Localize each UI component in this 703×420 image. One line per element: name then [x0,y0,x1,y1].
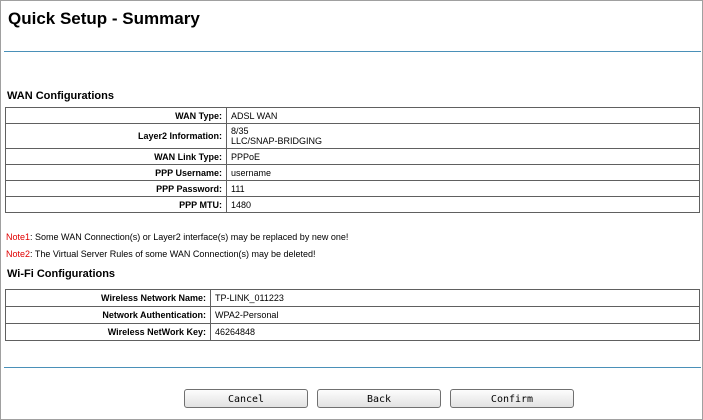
page-title: Quick Setup - Summary [8,9,200,28]
note-2: Note2: The Virtual Server Rules of some … [6,249,316,259]
table-row: Layer2 Information: 8/35 LLC/SNAP-BRIDGI… [5,123,700,149]
wan-section-title: WAN Configurations [7,90,114,102]
wan-link-type-value: PPPoE [226,148,700,165]
confirm-button[interactable]: Confirm [450,389,574,408]
footer-divider [4,367,701,368]
network-authentication-value: WPA2-Personal [210,306,700,324]
ppp-password-value: 111 [226,180,700,197]
wireless-network-key-label: Wireless NetWork Key: [5,323,211,341]
wireless-network-key-value: 46264848 [210,323,700,341]
table-row: Network Authentication: WPA2-Personal [5,306,700,324]
ppp-username-value: username [226,164,700,181]
ppp-password-label: PPP Password: [5,180,227,197]
ppp-mtu-value: 1480 [226,196,700,213]
wireless-network-name-label: Wireless Network Name: [5,289,211,307]
ppp-username-label: PPP Username: [5,164,227,181]
table-row: Wireless NetWork Key: 46264848 [5,323,700,341]
layer2-info-value: 8/35 LLC/SNAP-BRIDGING [226,123,700,149]
wifi-section-title: Wi-Fi Configurations [7,268,116,280]
layer2-encapsulation: LLC/SNAP-BRIDGING [231,136,323,146]
table-row: Wireless Network Name: TP-LINK_011223 [5,289,700,307]
wan-type-label: WAN Type: [5,107,227,124]
note-1-tag: Note1 [6,232,31,242]
layer2-info-label: Layer2 Information: [5,123,227,149]
note-2-tag: Note2 [6,249,31,259]
title-divider [4,51,701,52]
wan-config-table: WAN Type: ADSL WAN Layer2 Information: 8… [5,107,700,213]
ppp-mtu-label: PPP MTU: [5,196,227,213]
wan-type-value: ADSL WAN [226,107,700,124]
note-1: Note1: Some WAN Connection(s) or Layer2 … [6,232,348,242]
layer2-vpi-vci: 8/35 [231,126,249,136]
table-row: PPP Username: username [5,164,700,181]
table-row: PPP Password: 111 [5,180,700,197]
cancel-button[interactable]: Cancel [184,389,308,408]
table-row: PPP MTU: 1480 [5,196,700,213]
note-1-text: : Some WAN Connection(s) or Layer2 inter… [30,232,349,242]
table-row: WAN Link Type: PPPoE [5,148,700,165]
back-button[interactable]: Back [317,389,441,408]
wan-link-type-label: WAN Link Type: [5,148,227,165]
wifi-config-table: Wireless Network Name: TP-LINK_011223 Ne… [5,289,700,341]
note-2-text: : The Virtual Server Rules of some WAN C… [30,249,316,259]
wireless-network-name-value: TP-LINK_011223 [210,289,700,307]
table-row: WAN Type: ADSL WAN [5,107,700,124]
network-authentication-label: Network Authentication: [5,306,211,324]
